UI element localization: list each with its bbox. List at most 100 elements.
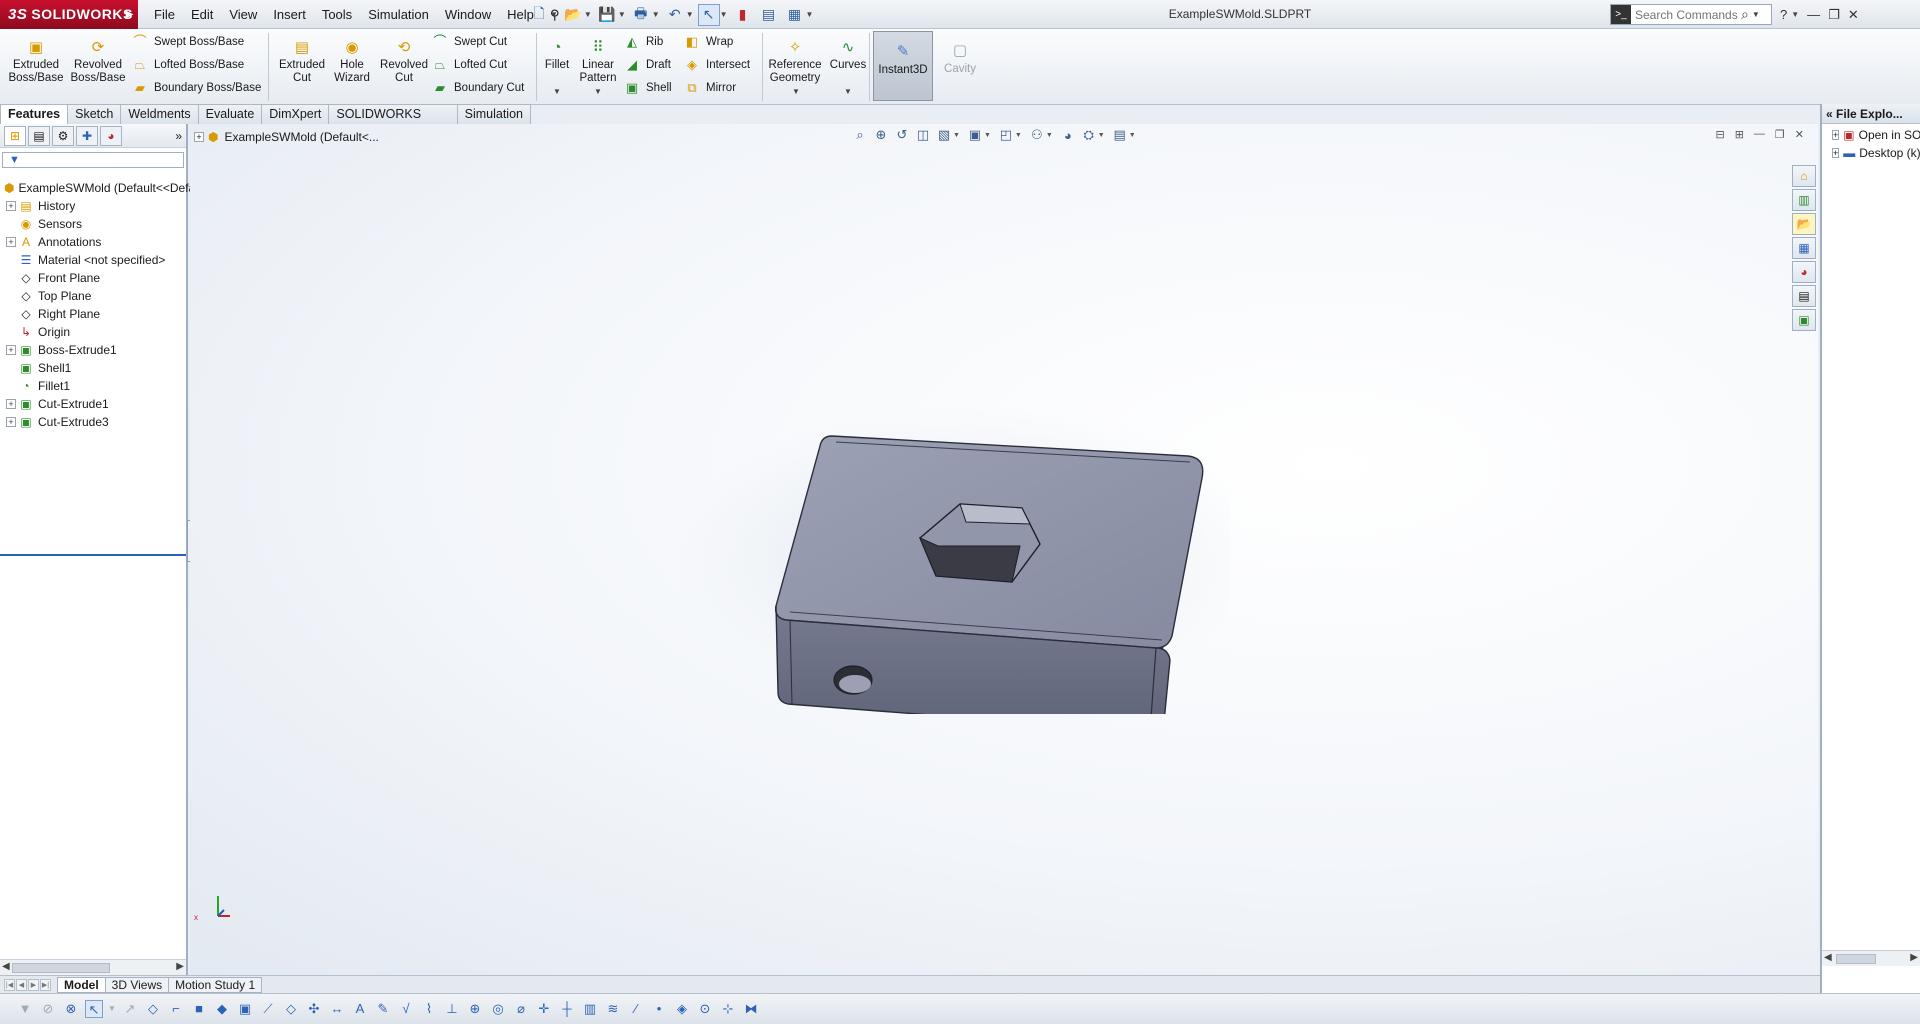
- expand-icon[interactable]: +: [6, 417, 16, 427]
- scroll-left-icon[interactable]: ◀: [1824, 952, 1832, 963]
- fillet-dropdown-icon[interactable]: ▼: [553, 87, 561, 96]
- close-icon[interactable]: ✕: [1848, 7, 1859, 23]
- hud-dropdown-icon[interactable]: ▼: [984, 132, 991, 139]
- filter-balloons-icon[interactable]: ◎: [489, 1000, 507, 1018]
- dynamic-annotation-icon[interactable]: ▧: [936, 127, 952, 143]
- feature-tree-scrollbar[interactable]: ◀ ▶: [0, 959, 186, 975]
- draft-button[interactable]: ◢ Draft: [624, 55, 671, 75]
- hole-wizard-button[interactable]: ◉ Hole Wizard: [322, 39, 382, 101]
- hud-dropdown-icon[interactable]: ▼: [953, 132, 960, 139]
- scrollbar-thumb[interactable]: [12, 963, 110, 973]
- filter-planes-icon[interactable]: ◇: [282, 1000, 300, 1018]
- viewport-minimize-icon[interactable]: —: [1754, 128, 1765, 141]
- filter-annotations-icon[interactable]: A: [351, 1000, 369, 1018]
- mirror-button[interactable]: ⧉ Mirror: [684, 78, 736, 98]
- filter-routing-points-icon[interactable]: ⊹: [719, 1000, 737, 1018]
- tile-viewport-icon[interactable]: ⊞: [1735, 128, 1744, 141]
- curves-dropdown-icon[interactable]: ▼: [844, 87, 852, 96]
- hud-dropdown-icon[interactable]: ▼: [1129, 132, 1136, 139]
- menu-insert[interactable]: Insert: [265, 0, 314, 29]
- tab-sketch[interactable]: Sketch: [67, 104, 122, 124]
- collapse-pane-icon[interactable]: «: [1826, 107, 1833, 121]
- tree-item-fillet1[interactable]: ◔ Fillet1: [0, 377, 186, 395]
- tree-item-shell1[interactable]: ▣ Shell1: [0, 359, 186, 377]
- filter-edges-icon[interactable]: ⌐: [167, 1000, 185, 1018]
- help-dropdown-icon[interactable]: ▼: [1791, 10, 1799, 19]
- tree-item-material-not-specified[interactable]: ☰ Material <not specified>: [0, 251, 186, 269]
- tree-item-origin[interactable]: ↳ Origin: [0, 323, 186, 341]
- scrollbar-thumb[interactable]: [1836, 954, 1876, 964]
- zoom-to-area-icon[interactable]: ⊕: [873, 127, 889, 143]
- hud-dropdown-icon[interactable]: ▼: [1046, 132, 1053, 139]
- solidworks-resources-icon[interactable]: ⌂: [1792, 165, 1816, 187]
- appearances-icon[interactable]: ◕: [1792, 261, 1816, 283]
- save-dropdown-icon[interactable]: ▼: [618, 10, 626, 19]
- display-style-icon[interactable]: ◰: [998, 127, 1014, 143]
- help-icon[interactable]: ?: [1780, 7, 1787, 22]
- tree-item-front-plane[interactable]: ◇ Front Plane: [0, 269, 186, 287]
- section-view-icon[interactable]: ◫: [915, 127, 931, 143]
- selection-dropdown-icon[interactable]: ▼: [108, 1000, 116, 1018]
- select-arrow-icon[interactable]: ↖: [697, 3, 720, 26]
- property-manager-icon[interactable]: ▤: [28, 125, 50, 146]
- options-icon[interactable]: ▦: [784, 4, 806, 26]
- expand-icon[interactable]: +: [194, 132, 204, 142]
- menu-tools[interactable]: Tools: [314, 0, 360, 29]
- minimize-icon[interactable]: —: [1807, 7, 1820, 22]
- graphics-area[interactable]: + ⬢ ExampleSWMold (Default<... ⌕ ⊕ ↺ ◫ ▧…: [190, 124, 1818, 975]
- scroll-right-icon[interactable]: ▶: [1910, 952, 1918, 963]
- expand-icon[interactable]: +: [6, 399, 16, 409]
- menu-window[interactable]: Window: [437, 0, 499, 29]
- filter-mates-icon[interactable]: ⧓: [742, 1000, 760, 1018]
- file-explorer-scrollbar[interactable]: ◀ ▶: [1822, 950, 1920, 966]
- file-explorer-item[interactable]: + ▬ Desktop (k): [1822, 144, 1920, 162]
- swept-boss-button[interactable]: ⌒ Swept Boss/Base: [132, 32, 244, 52]
- hud-dropdown-icon[interactable]: ▼: [1098, 132, 1105, 139]
- filter-sketch-segments-icon[interactable]: ∕: [627, 1000, 645, 1018]
- rebuild-traffic-light-icon[interactable]: ▮: [732, 4, 754, 26]
- instant3d-button[interactable]: ✎ Instant3D: [873, 31, 933, 101]
- view-settings-icon[interactable]: ▤: [1112, 127, 1128, 143]
- options-dropdown-icon[interactable]: ▼: [806, 10, 814, 19]
- select-dropdown-icon[interactable]: ▼: [720, 10, 728, 19]
- tab-motion-study[interactable]: Motion Study 1: [168, 976, 263, 993]
- filter-sketch-points-icon[interactable]: •: [650, 1000, 668, 1018]
- tab-dimxpert[interactable]: DimXpert: [261, 104, 330, 124]
- file-explorer-item[interactable]: + ▣ Open in SOLIDWORKS: [1822, 126, 1920, 144]
- menu-edit[interactable]: Edit: [183, 0, 221, 29]
- filter-hole-callout-icon[interactable]: ⌀: [512, 1000, 530, 1018]
- select-all-filter-icon[interactable]: ⊗: [62, 1000, 80, 1018]
- pointer-filter-icon[interactable]: ↗: [121, 1000, 139, 1018]
- previous-view-icon[interactable]: ↺: [894, 127, 910, 143]
- undo-dropdown-icon[interactable]: ▼: [686, 10, 694, 19]
- hud-dropdown-icon[interactable]: ▼: [1015, 132, 1022, 139]
- next-tab-icon[interactable]: ▶: [28, 978, 39, 991]
- tab-solidworks-add-ins[interactable]: SOLIDWORKS Add-Ins: [328, 104, 458, 139]
- filter-bodies-icon[interactable]: ◆: [213, 1000, 231, 1018]
- tab-3d-views[interactable]: 3D Views: [104, 976, 170, 993]
- file-properties-icon[interactable]: ▤: [758, 4, 780, 26]
- filter-points-icon[interactable]: ✣: [305, 1000, 323, 1018]
- forum-icon[interactable]: ▣: [1792, 309, 1816, 331]
- wrap-button[interactable]: ◧ Wrap: [684, 32, 733, 52]
- filter-toggle-icon[interactable]: ▼: [16, 1000, 34, 1018]
- tree-item-cut-extrude3[interactable]: + ▣ Cut-Extrude3: [0, 413, 186, 431]
- expand-icon[interactable]: +: [6, 345, 16, 355]
- menu-simulation[interactable]: Simulation: [360, 0, 437, 29]
- filter-weld-symbol-icon[interactable]: ⌇: [420, 1000, 438, 1018]
- viewport-close-icon[interactable]: ✕: [1795, 128, 1804, 141]
- search-icon[interactable]: ⌕: [1741, 6, 1749, 23]
- tab-evaluate[interactable]: Evaluate: [197, 104, 263, 124]
- filter-features-icon[interactable]: ▣: [236, 1000, 254, 1018]
- swept-cut-button[interactable]: ⌒ Swept Cut: [432, 32, 507, 52]
- linear-pattern-dropdown-icon[interactable]: ▼: [594, 87, 602, 96]
- tree-item-right-plane[interactable]: ◇ Right Plane: [0, 305, 186, 323]
- dimxpert-manager-icon[interactable]: ✚: [76, 125, 98, 146]
- tab-features[interactable]: Features: [0, 104, 69, 124]
- print-icon[interactable]: 🖶: [630, 4, 652, 26]
- filter-axes-icon[interactable]: ⟋: [259, 1000, 277, 1018]
- design-library-icon[interactable]: ▥: [1792, 189, 1816, 211]
- lofted-boss-button[interactable]: ⏢ Lofted Boss/Base: [132, 55, 244, 75]
- shell-button[interactable]: ▣ Shell: [624, 78, 672, 98]
- display-manager-icon[interactable]: ◕: [100, 125, 122, 146]
